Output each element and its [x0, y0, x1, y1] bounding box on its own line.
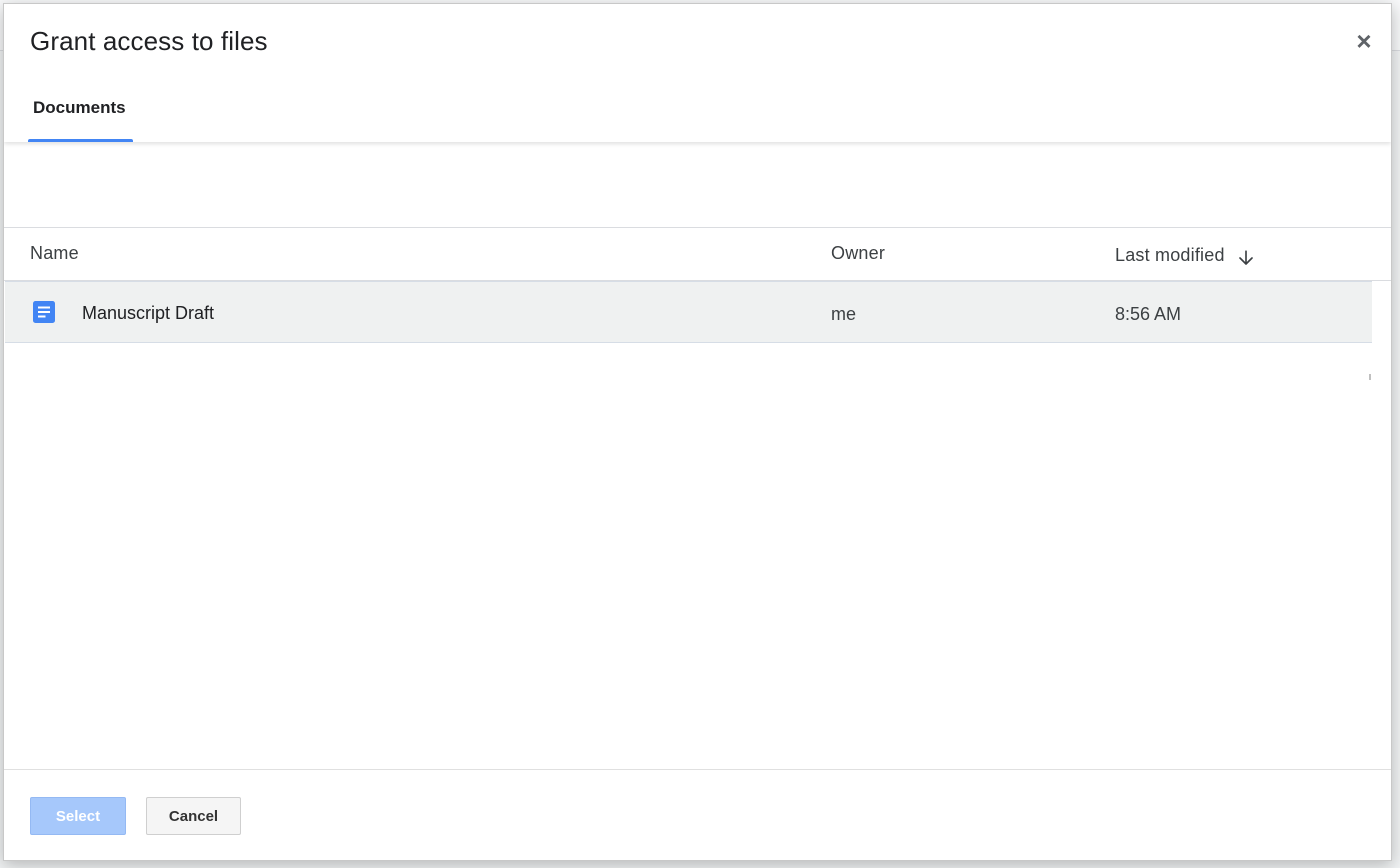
- close-button[interactable]: ×: [1351, 28, 1377, 54]
- google-docs-icon: [33, 301, 55, 323]
- column-header-name[interactable]: Name: [30, 243, 79, 264]
- select-button[interactable]: Select: [30, 797, 126, 835]
- tab-documents-label: Documents: [33, 98, 126, 117]
- cancel-button[interactable]: Cancel: [146, 797, 241, 835]
- file-name: Manuscript Draft: [82, 303, 215, 323]
- close-icon: ×: [1356, 26, 1372, 56]
- column-header-last-modified-label: Last modified: [1115, 244, 1225, 265]
- dialog-tabs: Documents: [28, 84, 133, 142]
- tab-documents[interactable]: Documents: [28, 84, 133, 142]
- dialog-footer: Select Cancel: [4, 769, 1391, 860]
- column-header-owner[interactable]: Owner: [831, 243, 885, 264]
- grant-access-dialog: Grant access to files × Documents Name O…: [3, 3, 1392, 861]
- file-owner: me: [831, 304, 857, 324]
- file-last-modified: 8:56 AM: [1115, 304, 1182, 324]
- table-row[interactable]: Manuscript Draft me 8:56 AM: [5, 281, 1372, 343]
- arrow-down-icon: [1238, 250, 1253, 265]
- scrollbar-thumb[interactable]: [1369, 374, 1371, 380]
- dialog-header: Grant access to files × Documents: [4, 4, 1391, 142]
- dialog-title: Grant access to files: [30, 26, 268, 56]
- filter-toolbar-area: [4, 142, 1391, 228]
- file-table-header: Name Owner Last modified: [4, 227, 1391, 281]
- column-header-last-modified[interactable]: Last modified: [1115, 243, 1255, 267]
